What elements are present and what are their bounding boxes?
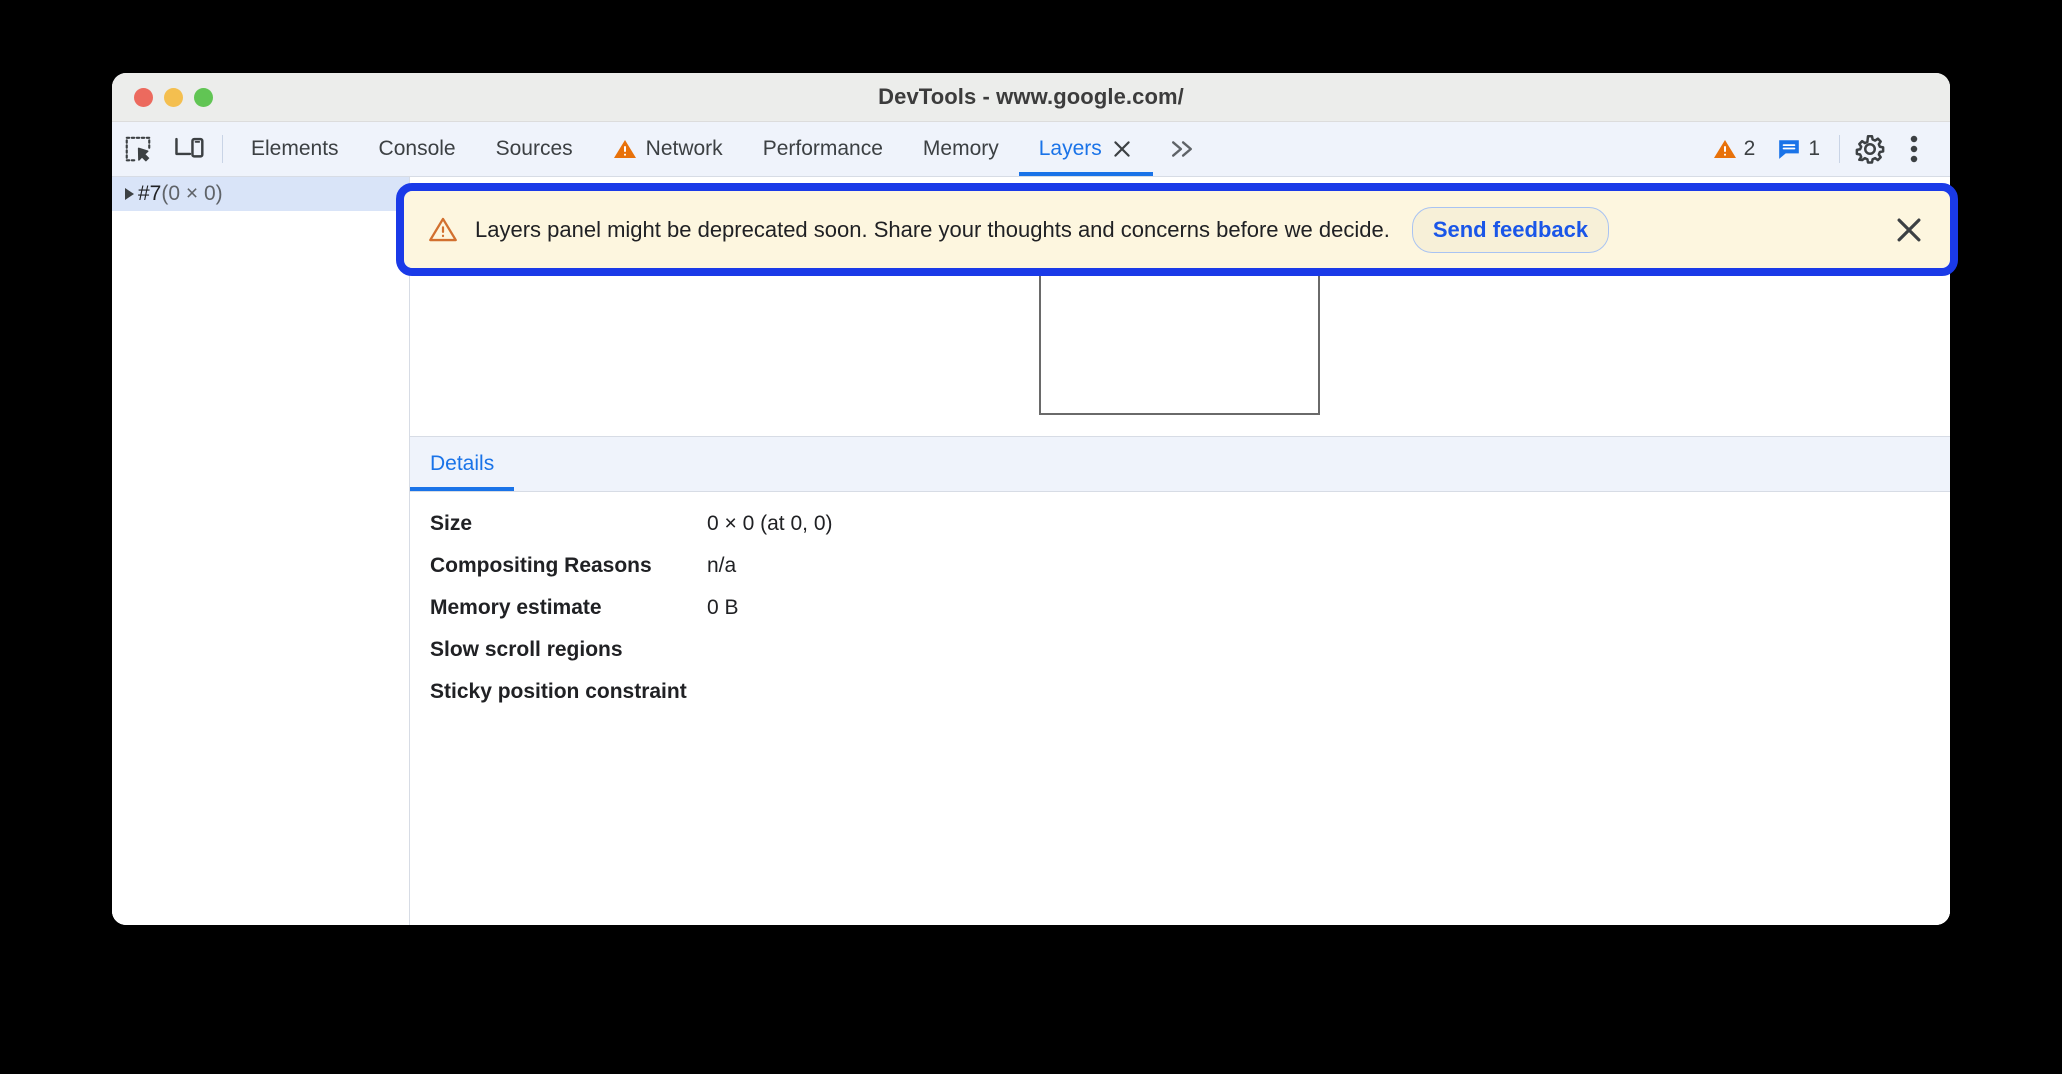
detail-row: Memory estimate 0 B <box>430 596 1950 638</box>
inspect-element-icon[interactable] <box>112 122 164 176</box>
error-counter[interactable]: 2 <box>1702 137 1767 161</box>
layer-tree-item[interactable]: #7 (0 × 0) <box>112 177 409 211</box>
tab-label: Console <box>378 137 456 160</box>
close-icon[interactable] <box>1892 213 1926 247</box>
deprecation-banner: Layers panel might be deprecated soon. S… <box>404 191 1950 268</box>
title-bar: DevTools - www.google.com/ <box>112 73 1950 122</box>
details-tabbar: Details <box>410 437 1950 492</box>
detail-row: Slow scroll regions <box>430 638 1950 680</box>
devtools-body: #7 (0 × 0) Details Size 0 × 0 (at 0, 0) … <box>112 177 1950 925</box>
tab-memory[interactable]: Memory <box>903 122 1019 176</box>
message-icon <box>1777 138 1801 160</box>
detail-row: Size 0 × 0 (at 0, 0) <box>430 512 1950 554</box>
tab-sources[interactable]: Sources <box>476 122 593 176</box>
status-divider <box>1839 135 1840 163</box>
message-count: 1 <box>1808 137 1820 160</box>
detail-value: n/a <box>707 554 737 577</box>
detail-key: Sticky position constraint <box>430 680 687 703</box>
detail-key: Size <box>430 512 473 535</box>
layer-dimensions: (0 × 0) <box>161 182 223 205</box>
detail-key: Memory estimate <box>430 596 602 619</box>
more-tabs-icon[interactable] <box>1153 122 1211 176</box>
warning-triangle-icon <box>613 138 637 160</box>
minimize-window-button[interactable] <box>164 87 183 107</box>
details-body: Size 0 × 0 (at 0, 0) Compositing Reasons… <box>410 492 1950 925</box>
tab-label: Sources <box>495 137 573 160</box>
close-icon[interactable] <box>1111 138 1133 160</box>
chevron-right-icon[interactable] <box>125 188 134 200</box>
more-vertical-icon[interactable] <box>1892 127 1936 171</box>
toolbar-divider <box>222 135 223 163</box>
screenshot-root: DevTools - www.google.com/ Elements Cons… <box>0 0 2062 1074</box>
tabbar-status-area: 2 1 <box>1702 122 1950 176</box>
tab-label: Performance <box>762 137 883 160</box>
layers-sidebar: #7 (0 × 0) <box>112 177 410 925</box>
panel-tabs: Elements Console Sources Network Perform… <box>231 122 1702 176</box>
tab-details[interactable]: Details <box>410 437 515 491</box>
banner-message: Layers panel might be deprecated soon. S… <box>475 216 1390 242</box>
send-feedback-button[interactable]: Send feedback <box>1411 206 1610 253</box>
tab-layers[interactable]: Layers <box>1018 122 1153 176</box>
detail-key: Compositing Reasons <box>430 554 652 577</box>
tab-elements[interactable]: Elements <box>231 122 359 176</box>
detail-value: 0 × 0 (at 0, 0) <box>707 512 833 535</box>
window-title: DevTools - www.google.com/ <box>878 84 1184 109</box>
tab-label: Details <box>430 452 495 475</box>
layer-name: #7 <box>138 182 162 205</box>
warning-triangle-icon <box>1713 138 1737 160</box>
window-controls <box>134 73 213 121</box>
close-window-button[interactable] <box>134 87 153 107</box>
detail-value: 0 B <box>707 596 739 619</box>
maximize-window-button[interactable] <box>194 87 213 107</box>
detail-row: Compositing Reasons n/a <box>430 554 1950 596</box>
device-toolbar-icon[interactable] <box>164 122 216 176</box>
tab-performance[interactable]: Performance <box>743 122 903 176</box>
tab-label: Layers <box>1038 137 1102 160</box>
message-counter[interactable]: 1 <box>1766 137 1831 161</box>
error-count: 2 <box>1743 137 1756 160</box>
gear-icon[interactable] <box>1848 127 1892 171</box>
tab-label: Elements <box>251 137 339 160</box>
layer-rect[interactable] <box>1039 270 1320 415</box>
devtools-tabbar: Elements Console Sources Network Perform… <box>112 122 1950 177</box>
tab-network[interactable]: Network <box>593 122 743 176</box>
tab-label: Memory <box>922 137 999 160</box>
layers-main-pane: Paints Slow scroll rects Details <box>410 177 1950 925</box>
detail-key: Slow scroll regions <box>430 638 623 661</box>
tab-label: Network <box>645 137 723 160</box>
detail-row: Sticky position constraint <box>430 680 1950 722</box>
warning-triangle-icon <box>428 216 458 243</box>
tab-console[interactable]: Console <box>359 122 476 176</box>
